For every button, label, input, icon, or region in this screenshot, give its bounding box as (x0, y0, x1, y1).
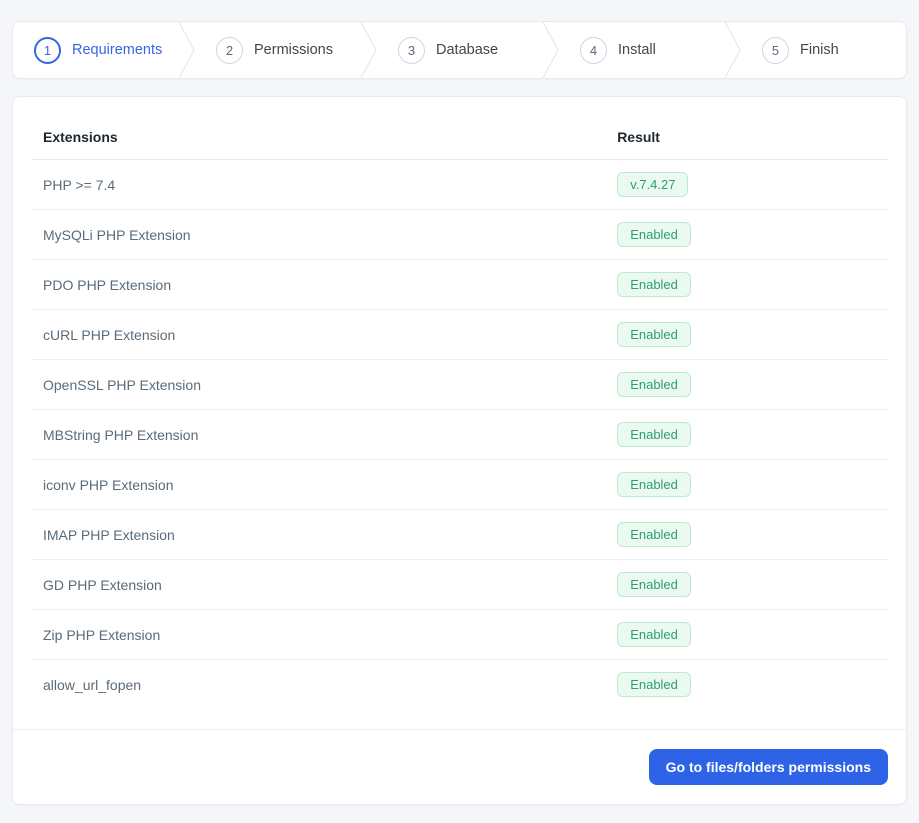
step-requirements: 1 Requirements (13, 22, 178, 78)
table-row: iconv PHP Extension Enabled (31, 459, 888, 510)
chevron-separator-icon (178, 22, 195, 78)
step-finish: 5 Finish (741, 22, 906, 78)
step-permissions: 2 Permissions (195, 22, 360, 78)
table-row: PHP >= 7.4 v.7.4.27 (31, 160, 888, 210)
extension-name: cURL PHP Extension (31, 309, 606, 360)
table-row: cURL PHP Extension Enabled (31, 309, 888, 360)
status-badge: Enabled (617, 422, 691, 447)
extension-name: Zip PHP Extension (31, 609, 606, 660)
step-install: 4 Install (559, 22, 724, 78)
install-stepper: 1 Requirements 2 Permissions 3 Database … (12, 21, 907, 79)
status-badge: Enabled (617, 372, 691, 397)
table-row: MBString PHP Extension Enabled (31, 409, 888, 460)
step-number-badge: 4 (580, 36, 607, 64)
step-number-badge: 5 (762, 36, 789, 64)
step-label: Permissions (254, 42, 333, 58)
extension-name: PHP >= 7.4 (43, 176, 116, 193)
status-badge: Enabled (617, 572, 691, 597)
status-badge: Enabled (617, 272, 691, 297)
step-number-badge: 2 (216, 36, 243, 64)
status-badge: Enabled (617, 322, 691, 347)
requirements-card: Extensions Result PHP >= 7.4 v.7.4.27 My… (12, 96, 907, 805)
requirements-table-body: Extensions Result PHP >= 7.4 v.7.4.27 My… (13, 97, 906, 729)
table-row: GD PHP Extension Enabled (31, 559, 888, 610)
status-badge: Enabled (617, 522, 691, 547)
extension-name: IMAP PHP Extension (31, 509, 606, 560)
status-badge: Enabled (617, 672, 691, 697)
card-footer: Go to files/folders permissions (13, 729, 906, 804)
status-badge: Enabled (617, 222, 691, 247)
status-badge: Enabled (617, 622, 691, 647)
table-row: Zip PHP Extension Enabled (31, 609, 888, 660)
table-row: IMAP PHP Extension Enabled (31, 509, 888, 560)
extension-name: PDO PHP Extension (31, 259, 606, 310)
extension-name: allow_url_fopen (31, 659, 606, 709)
step-number-badge: 3 (398, 36, 425, 64)
column-header-extensions: Extensions (31, 115, 606, 160)
extension-name: OpenSSL PHP Extension (31, 359, 606, 410)
status-badge: v.7.4.27 (617, 172, 689, 197)
page: 1 Requirements 2 Permissions 3 Database … (0, 0, 919, 823)
table-header-row: Extensions Result (31, 115, 888, 160)
extension-name: MySQLi PHP Extension (31, 209, 606, 260)
table-row: allow_url_fopen Enabled (31, 659, 888, 709)
requirements-table: Extensions Result PHP >= 7.4 v.7.4.27 My… (31, 115, 888, 709)
status-badge: Enabled (617, 472, 691, 497)
step-database: 3 Database (377, 22, 542, 78)
step-label: Install (618, 42, 656, 58)
step-label: Requirements (72, 42, 163, 58)
extension-name: GD PHP Extension (31, 559, 606, 610)
go-to-permissions-button[interactable]: Go to files/folders permissions (648, 749, 888, 785)
table-row: OpenSSL PHP Extension Enabled (31, 359, 888, 410)
chevron-separator-icon (724, 22, 741, 78)
step-number-badge: 1 (34, 36, 61, 64)
extension-name: iconv PHP Extension (31, 459, 606, 510)
step-label: Database (436, 42, 499, 58)
column-header-result: Result (605, 115, 888, 160)
table-row: MySQLi PHP Extension Enabled (31, 209, 888, 260)
table-row: PDO PHP Extension Enabled (31, 259, 888, 310)
step-label: Finish (800, 42, 839, 58)
chevron-separator-icon (542, 22, 559, 78)
extension-name: MBString PHP Extension (31, 409, 606, 460)
chevron-separator-icon (360, 22, 377, 78)
